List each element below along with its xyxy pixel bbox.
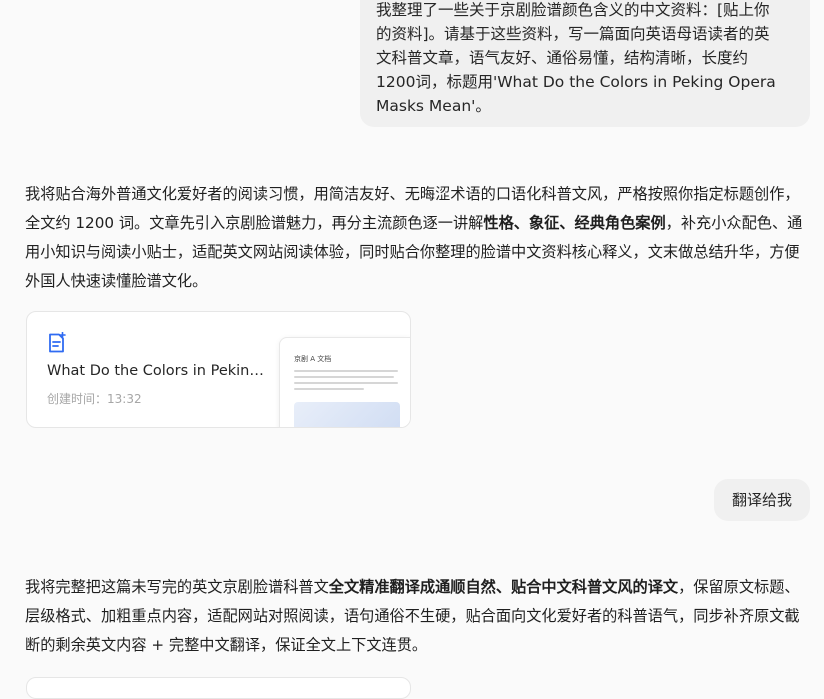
thumbnail-line bbox=[294, 370, 398, 372]
user-message-text: 翻译给我 bbox=[731, 491, 792, 509]
user-message-line: 文科普文章，语气友好、通俗易懂，结构清晰，长度约 bbox=[376, 49, 749, 67]
thumbnail-line bbox=[294, 382, 398, 384]
user-message-bubble: 翻译给我 bbox=[714, 479, 810, 521]
document-thumbnail: 京剧 A 文档 bbox=[279, 337, 410, 427]
document-card[interactable] bbox=[26, 677, 411, 699]
thumbnail-title: 京剧 A 文档 bbox=[294, 355, 332, 363]
document-card-title: What Do the Colors in Peking... bbox=[47, 363, 267, 379]
user-message-line: 的资料]。请基于这些资料，写一篇面向英语母语读者的英 bbox=[376, 25, 770, 43]
user-message-line: Masks Mean'。 bbox=[376, 97, 491, 115]
assistant-message-text: 我将完整把这篇未写完的英文京剧脸谱科普文 bbox=[25, 578, 329, 596]
assistant-message: 我将完整把这篇未写完的英文京剧脸谱科普文全文精准翻译成通顺自然、贴合中文科普文风… bbox=[25, 573, 811, 660]
user-message-line: 1200词，标题用'What Do the Colors in Peking O… bbox=[376, 73, 776, 91]
assistant-message: 我将贴合海外普通文化爱好者的阅读习惯，用简洁友好、无晦涩术语的口语化科普文风，严… bbox=[25, 180, 811, 296]
user-message-line: 我整理了一些关于京剧脸谱颜色含义的中文资料：[贴上你 bbox=[376, 1, 770, 19]
thumbnail-image bbox=[294, 402, 400, 427]
assistant-message-bold: 全文精准翻译成通顺自然、贴合中文科普文风的译文 bbox=[328, 578, 679, 596]
document-card-time: 创建时间：13:32 bbox=[47, 392, 142, 406]
thumbnail-line bbox=[294, 388, 364, 390]
document-card[interactable]: What Do the Colors in Peking... 创建时间：13:… bbox=[26, 311, 411, 428]
thumbnail-line bbox=[294, 376, 394, 378]
user-message-bubble: 我整理了一些关于京剧脸谱颜色含义的中文资料：[贴上你 的资料]。请基于这些资料，… bbox=[360, 0, 810, 127]
assistant-message-bold: 性格、象征、经典角色案例 bbox=[483, 214, 666, 232]
document-add-icon bbox=[47, 331, 67, 354]
